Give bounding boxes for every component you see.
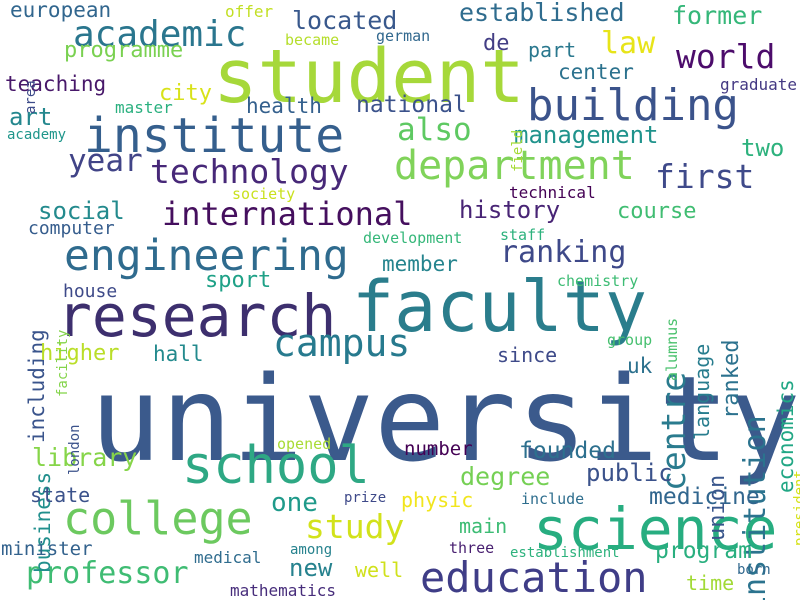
word-opened: opened — [277, 435, 332, 453]
word-member: member — [382, 252, 458, 276]
word-school: school — [182, 436, 370, 496]
word-health: health — [246, 94, 322, 118]
word-hall: hall — [153, 342, 204, 366]
word-ranked: ranked — [719, 339, 744, 420]
word-computer: computer — [28, 218, 115, 239]
word-technical: technical — [509, 183, 596, 202]
word-management: management — [514, 121, 659, 149]
word-education: education — [420, 553, 648, 600]
word-medical: medical — [194, 548, 262, 567]
word-established: established — [459, 0, 625, 27]
word-state: state — [30, 483, 91, 507]
word-area: area — [23, 79, 39, 114]
word-since: since — [497, 343, 558, 367]
word-society: society — [232, 185, 296, 203]
word-program: program — [655, 538, 752, 564]
word-language: language — [690, 343, 714, 440]
word-degree: degree — [460, 462, 551, 491]
word-minister: minister — [1, 538, 93, 560]
word-german: german — [376, 27, 431, 45]
word-born: born — [737, 562, 771, 578]
word-part: part — [528, 38, 577, 62]
word-college: college — [63, 492, 253, 545]
word-time: time — [686, 571, 735, 595]
word-teaching: teaching — [5, 72, 107, 96]
word-prize: prize — [344, 490, 387, 506]
word-three: three — [449, 539, 495, 557]
word-higher: higher — [40, 341, 120, 366]
word-technology: technology — [150, 152, 349, 191]
word-programme: programme — [64, 38, 184, 63]
word-facility: facility — [55, 329, 71, 398]
word-new: new — [289, 554, 333, 582]
word-physic: physic — [401, 488, 474, 512]
word-chemistry: chemistry — [557, 272, 639, 290]
word-law: law — [601, 26, 656, 61]
word-library: library — [32, 443, 138, 472]
word-mathematics: mathematics — [230, 581, 336, 600]
word-house: house — [63, 281, 118, 302]
word-development: development — [363, 229, 463, 247]
word-study: study — [305, 507, 405, 546]
word-two: two — [741, 134, 785, 162]
word-staff: staff — [500, 226, 546, 244]
word-field: field — [510, 129, 526, 172]
word-establishment: establishment — [510, 545, 620, 561]
word-world: world — [676, 37, 776, 76]
word-campus: campus — [273, 321, 411, 365]
word-sport: sport — [205, 268, 272, 293]
word-european: european — [10, 0, 112, 22]
word-uk: uk — [627, 354, 653, 378]
word-offer: offer — [225, 2, 274, 21]
word-master: master — [115, 98, 173, 117]
word-former: former — [672, 1, 763, 30]
word-among: among — [290, 542, 333, 558]
word-graduate: graduate — [720, 75, 798, 94]
word-london: london — [67, 424, 83, 476]
word-one: one — [271, 488, 318, 518]
word-group: group — [607, 331, 653, 349]
word-center: center — [558, 60, 634, 84]
word-alumnus: alumnus — [663, 317, 681, 381]
word-national: national — [356, 92, 467, 118]
word-year: year — [68, 143, 143, 179]
word-number: number — [404, 438, 473, 460]
word-include: include — [521, 490, 585, 508]
word-main: main — [459, 514, 508, 538]
word-academy: academy — [7, 127, 67, 143]
word-course: course — [617, 199, 697, 224]
word-president: president — [792, 469, 800, 546]
word-union: union — [705, 474, 730, 541]
word-de: de — [483, 31, 510, 56]
word-also: also — [397, 112, 472, 148]
word-became: became — [285, 31, 340, 49]
word-cloud: university student faculty research science i… — [0, 0, 800, 600]
word-well: well — [355, 558, 404, 582]
word-first: first — [655, 157, 755, 196]
word-public: public — [586, 459, 673, 487]
